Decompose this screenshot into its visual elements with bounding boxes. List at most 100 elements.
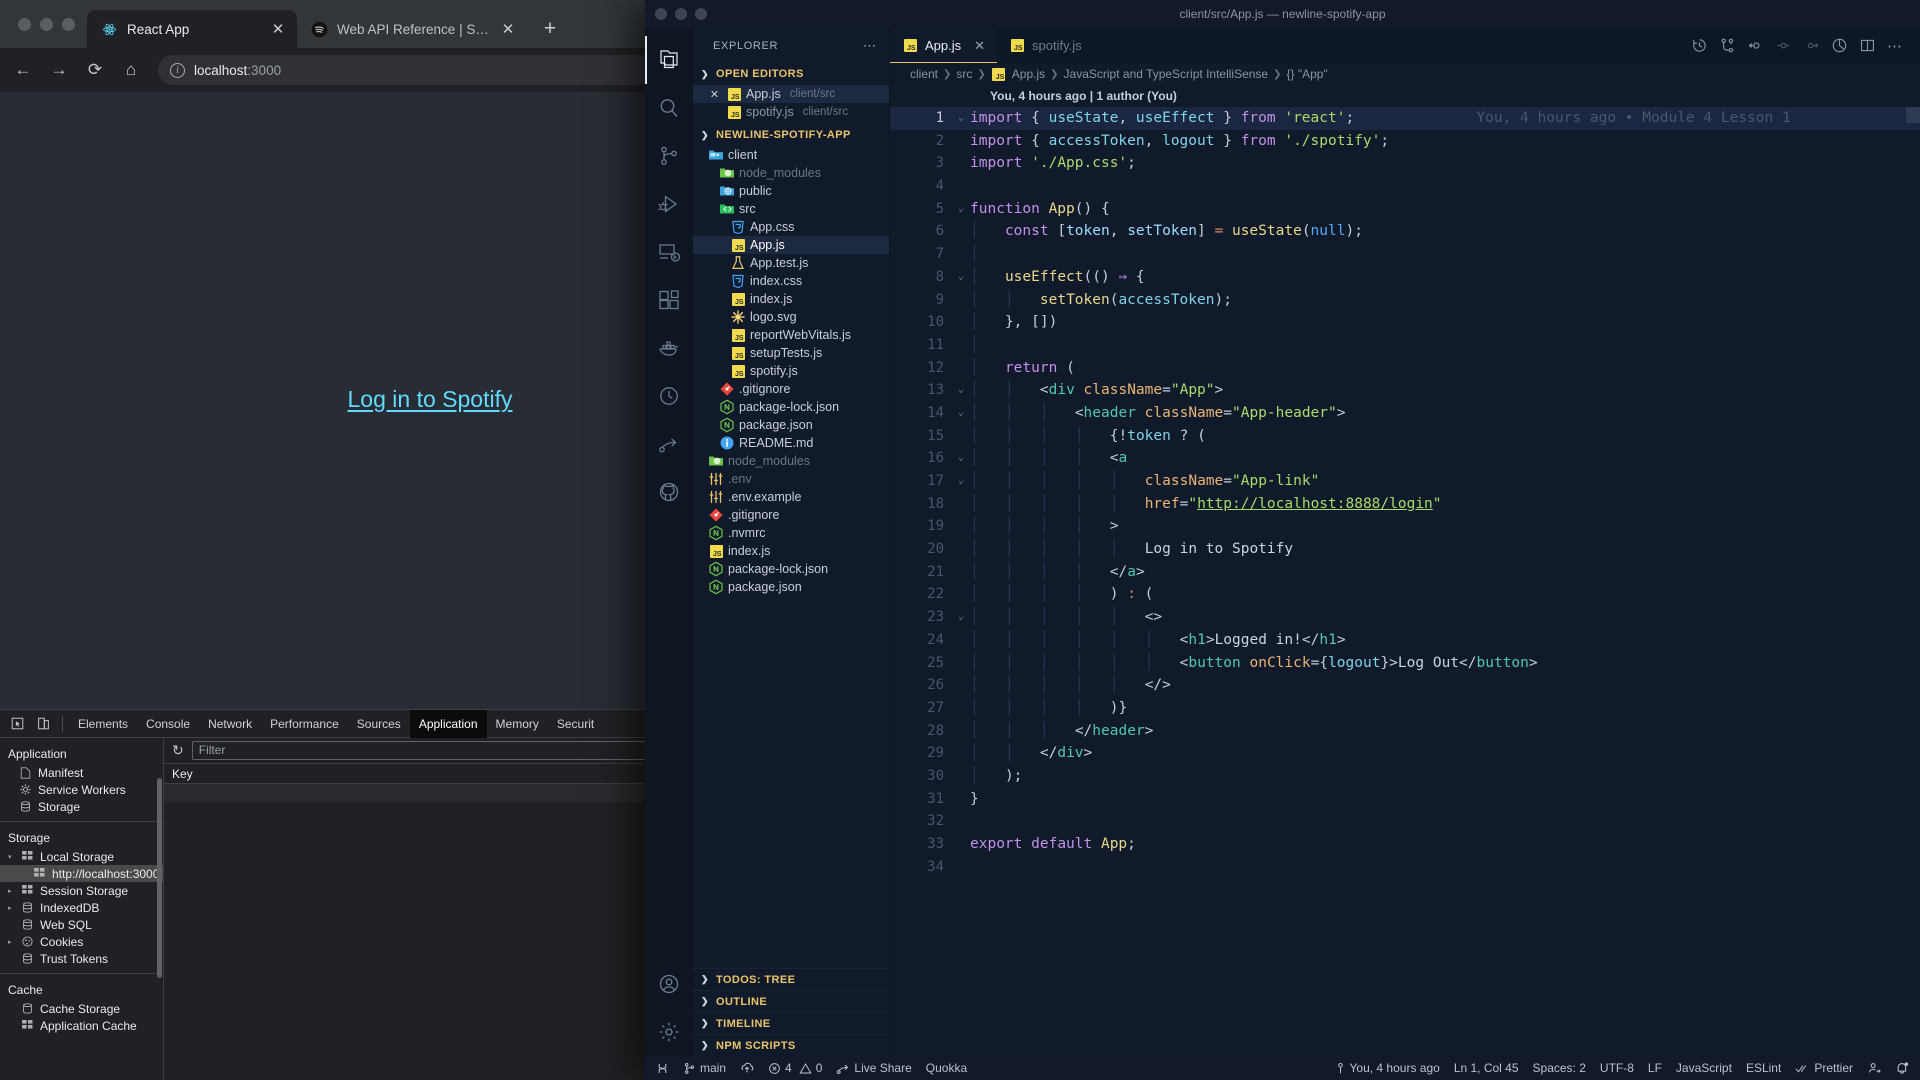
file-tree-item-spotify-js[interactable]: JS spotify.js: [693, 362, 889, 380]
open-editor-spotify-js[interactable]: JS spotify.js client/src: [693, 103, 889, 121]
status-indentation[interactable]: Spaces: 2: [1526, 1056, 1593, 1080]
status-quokka[interactable]: Quokka: [919, 1056, 974, 1080]
devtools-item-localhost-origin[interactable]: http://localhost:3000: [0, 865, 163, 882]
devtools-item-service-workers[interactable]: Service Workers: [0, 781, 163, 798]
code-line[interactable]: 3 import './App.css';: [890, 152, 1920, 175]
code-line[interactable]: 27 │ │ │ │ )}: [890, 697, 1920, 720]
code-line[interactable]: 26 │ │ │ │ │ </>: [890, 674, 1920, 697]
file-tree-item-nvmrc[interactable]: .nvmrc: [693, 524, 889, 542]
file-tree-item-gitignore[interactable]: .gitignore: [693, 506, 889, 524]
activity-bar-item-test-explorer[interactable]: [645, 372, 693, 420]
file-tree-item-public[interactable]: public: [693, 182, 889, 200]
debug-step-into-icon[interactable]: [1742, 33, 1768, 59]
window-close-button[interactable]: [18, 17, 31, 31]
file-tree-item-app-css[interactable]: App.css: [693, 218, 889, 236]
devtools-item-application-cache[interactable]: Application Cache: [0, 1017, 163, 1034]
twisty-icon[interactable]: ▸: [8, 887, 16, 895]
fold-chevron-icon[interactable]: ⌄: [952, 198, 970, 221]
editor-tab-app-js[interactable]: JS App.js ✕: [890, 28, 998, 63]
breadcrumb-item-symbol-app[interactable]: {} "App": [1287, 67, 1328, 81]
breadcrumb-item-src[interactable]: src: [956, 67, 972, 81]
split-merge-icon[interactable]: [1714, 33, 1740, 59]
split-editor-icon[interactable]: [1854, 33, 1880, 59]
close-icon[interactable]: ✕: [974, 38, 985, 54]
breadcrumb-item-intellisense[interactable]: JavaScript and TypeScript IntelliSense: [1064, 67, 1269, 81]
panel-outline[interactable]: ❯ OUTLINE: [693, 990, 889, 1012]
file-tree-item-src[interactable]: src: [693, 200, 889, 218]
file-tree-item-reportwebvitals-js[interactable]: JS reportWebVitals.js: [693, 326, 889, 344]
devtools-tab-sources[interactable]: Sources: [348, 710, 410, 738]
twisty-icon[interactable]: ▸: [8, 938, 16, 946]
status-git-blame[interactable]: You, 4 hours ago: [1328, 1056, 1447, 1080]
activity-bar-item-accounts[interactable]: [645, 960, 693, 1008]
window-maximize-button[interactable]: [695, 8, 707, 20]
file-tree-item-env-example[interactable]: .env.example: [693, 488, 889, 506]
code-line[interactable]: 16 ⌄ │ │ │ │ <a: [890, 447, 1920, 470]
file-tree-item-package-json[interactable]: package.json: [693, 416, 889, 434]
file-tree-item-package-lock-json[interactable]: package-lock.json: [693, 560, 889, 578]
code-line[interactable]: 18 │ │ │ │ │ href="http://localhost:8888/…: [890, 493, 1920, 516]
code-line[interactable]: 15 │ │ │ │ {!token ? (: [890, 425, 1920, 448]
refresh-icon[interactable]: ↻: [172, 742, 184, 759]
forward-icon[interactable]: →: [42, 53, 76, 87]
site-info-icon[interactable]: i: [170, 62, 185, 78]
open-editor-app-js[interactable]: ✕ JS App.js client/src: [693, 85, 889, 103]
more-actions-icon[interactable]: ⋯: [1882, 33, 1908, 59]
table-row[interactable]: [164, 802, 660, 820]
code-line[interactable]: 7 │: [890, 243, 1920, 266]
devtools-item-web-sql[interactable]: Web SQL: [0, 916, 163, 933]
code-line[interactable]: 14 ⌄ │ │ │ <header className="App-header">: [890, 402, 1920, 425]
devtools-tab-application[interactable]: Application: [409, 709, 487, 738]
activity-bar-item-search[interactable]: [645, 84, 693, 132]
file-tree-item-env[interactable]: .env: [693, 470, 889, 488]
code-line[interactable]: 4: [890, 175, 1920, 198]
code-line[interactable]: 33 export default App;: [890, 833, 1920, 856]
panel-npm-scripts[interactable]: ❯ NPM SCRIPTS: [693, 1034, 889, 1056]
fold-chevron-icon[interactable]: ⌄: [952, 107, 970, 130]
close-icon[interactable]: ✕: [499, 20, 517, 38]
code-line[interactable]: 29 │ │ </div>: [890, 742, 1920, 765]
close-icon[interactable]: ✕: [707, 88, 722, 101]
code-line[interactable]: 13 ⌄ │ │ <div className="App">: [890, 379, 1920, 402]
window-maximize-button[interactable]: [62, 17, 75, 31]
devtools-tab-elements[interactable]: Elements: [69, 710, 137, 738]
file-tree-item-node-modules[interactable]: node_modules: [693, 452, 889, 470]
code-line[interactable]: 11 │: [890, 334, 1920, 357]
code-line[interactable]: 17 ⌄ │ │ │ │ │ className="App-link": [890, 470, 1920, 493]
activity-bar-item-extensions[interactable]: [645, 276, 693, 324]
breadcrumb-item-client[interactable]: client: [910, 67, 938, 81]
activity-bar-item-settings[interactable]: [645, 1008, 693, 1056]
login-to-spotify-link[interactable]: Log in to Spotify: [348, 386, 513, 413]
status-problems[interactable]: 4 0: [761, 1056, 829, 1080]
code-line[interactable]: 2 import { accessToken, logout } from './…: [890, 130, 1920, 153]
code-line[interactable]: 24 │ │ │ │ │ │ <h1>Logged in!</h1>: [890, 629, 1920, 652]
code-line[interactable]: 31}: [890, 788, 1920, 811]
activity-bar-item-remote-explorer[interactable]: [645, 228, 693, 276]
file-tree-item-node-modules[interactable]: node_modules: [693, 164, 889, 182]
code-line[interactable]: 6 │ const [token, setToken] = useState(nu…: [890, 220, 1920, 243]
code-line[interactable]: 20 │ │ │ │ │ Log in to Spotify: [890, 538, 1920, 561]
devtools-item-cache-storage[interactable]: Cache Storage: [0, 1000, 163, 1017]
activity-bar-item-docker[interactable]: [645, 324, 693, 372]
code-line[interactable]: 1 ⌄ import { useState, useEffect } from 'r…: [890, 107, 1920, 130]
activity-bar-item-live-share[interactable]: [645, 420, 693, 468]
back-icon[interactable]: ←: [6, 53, 40, 87]
debug-step-out-icon[interactable]: [1798, 33, 1824, 59]
window-close-button[interactable]: [655, 8, 667, 20]
browser-window-controls[interactable]: [8, 0, 87, 48]
reload-icon[interactable]: ⟳: [78, 53, 112, 87]
vscode-window-controls[interactable]: [655, 8, 707, 20]
twisty-icon[interactable]: ▾: [8, 853, 16, 861]
timeline-icon[interactable]: [1686, 33, 1712, 59]
new-tab-button[interactable]: +: [535, 14, 565, 44]
devtools-item-storage[interactable]: Storage: [0, 798, 163, 815]
file-tree-item-readme-md[interactable]: README.md: [693, 434, 889, 452]
window-minimize-button[interactable]: [40, 17, 53, 31]
status-live-share[interactable]: Live Share: [829, 1056, 918, 1080]
file-tree-item-client[interactable]: client: [693, 146, 889, 164]
fold-chevron-icon[interactable]: ⌄: [952, 379, 970, 402]
code-line[interactable]: 12 │ return (: [890, 357, 1920, 380]
status-account-icon[interactable]: [1860, 1056, 1888, 1080]
devtools-item-session-storage[interactable]: ▸ Session Storage: [0, 882, 163, 899]
status-language-mode[interactable]: JavaScript: [1669, 1056, 1739, 1080]
